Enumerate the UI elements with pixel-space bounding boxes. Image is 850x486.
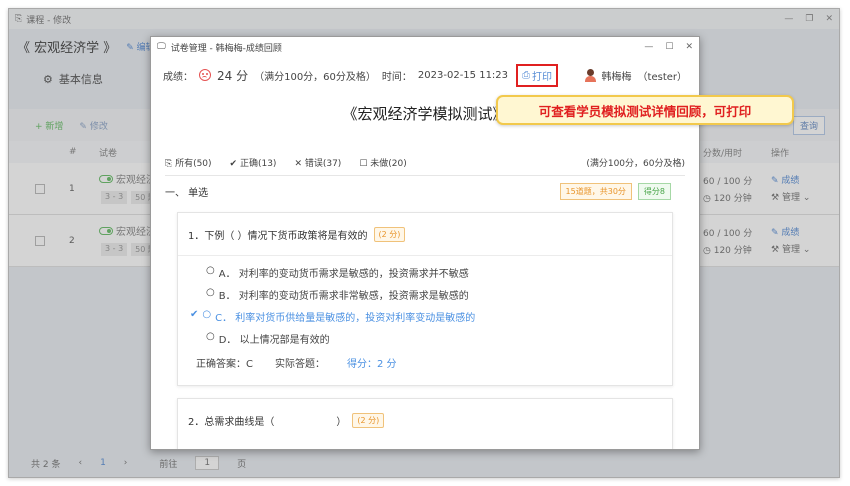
section-score-badge: 得分8 [637,182,671,200]
question-score: 得分：2 分 [346,359,397,370]
filter-all[interactable]: ⎘ 所有(50) [165,156,212,169]
filter-correct-label: 正确(13) [239,159,277,169]
option-c-text: C． 利率对货币供给量是敏感的，投资对利率变动是敏感的 [215,313,476,324]
correct-answer: 正确答案：C [196,359,253,370]
sad-face-icon [199,69,211,81]
filter-unanswered[interactable]: ☐ 未做(20) [359,156,406,169]
filter-unanswered-label: 未做(20) [370,159,407,169]
actual-answer: 实际答题： [274,359,325,370]
dialog-titlebar: 🖵 试卷管理 - 韩梅梅-成绩回顾 — ☐ ✕ [151,37,699,57]
score-note: （满分100分，60分及格） [254,71,376,83]
answer-filter: ⎘ 所有(50) ✔ 正确(13) ✕ 错误(37) ☐ 未做(20) (满分1… [165,150,685,176]
question-points: (2 分) [352,413,385,428]
score-value: 24 分 [217,68,249,83]
radio-icon: ○ [202,309,212,320]
option-d-text: D． 以上情况部是有效的 [218,335,330,346]
dialog-title: 试卷管理 - 韩梅梅-成绩回顾 [170,43,282,54]
question-title-a: 2．总需求曲线是（ [188,417,275,428]
score-info-bar: 成绩： 24 分 （满分100分，60分及格） 时间： 2023-02-15 1… [151,57,699,93]
option-a[interactable]: ○ A． 对利率的变动货币需求是敏感的，投资需求并不敏感 [206,265,469,280]
option-a-text: A． 对利率的变动货币需求是敏感的，投资需求并不敏感 [218,269,469,280]
user-info: 韩梅梅 （tester） [584,68,687,83]
option-c[interactable]: ✔ ○ C． 利率对货币供给量是敏感的，投资对利率变动是敏感的 [190,309,475,324]
time-label: 时间： [381,71,412,83]
annotation-callout: 可查看学员模拟测试详情回顾，可打印 [496,95,794,125]
question-card: 2．总需求曲线是（ ） (2 分) [177,398,673,449]
question-title: 1．下例（ ）情况下货币政策将是有效的 [188,231,368,242]
dialog-close-icon[interactable]: ✕ [685,42,693,52]
score-label: 成绩： [163,71,193,83]
option-b[interactable]: ○ B． 对利率的变动货币需求非常敏感，投资需求是敏感的 [206,287,469,302]
printer-icon: ⎙ [522,69,531,81]
radio-icon: ○ [206,331,215,342]
option-d[interactable]: ○ D． 以上情况部是有效的 [206,331,330,346]
dialog-maximize-icon[interactable]: ☐ [665,42,673,52]
user-id: （tester） [637,71,687,83]
section-count-badge: 15道题，共30分 [559,182,632,200]
filter-wrong-label: 错误(37) [304,159,342,169]
option-b-text: B． 对利率的变动货币需求非常敏感，投资需求是敏感的 [218,291,469,302]
section-title: 一、 单选 [165,187,209,199]
user-name: 韩梅梅 [601,71,632,83]
divider [178,255,672,256]
question-title-b: ） [336,417,347,428]
print-label: 打印 [532,71,553,83]
question-points: (2 分) [373,227,406,242]
checkmark-icon: ✔ [190,309,199,320]
monitor-icon: 🖵 [157,42,166,52]
question-card: 1．下例（ ）情况下货币政策将是有效的 (2 分) ○ A． 对利率的变动货币需求是… [177,212,673,386]
section-header: 一、 单选 15道题，共30分 得分8 [165,180,671,202]
dialog-minimize-icon[interactable]: — [644,42,653,52]
answer-summary: 正确答案：C 实际答题： 得分：2 分 [196,355,397,370]
filter-wrong[interactable]: ✕ 错误(37) [294,156,341,169]
filter-all-label: 所有(50) [175,159,212,169]
full-score-note: (满分100分，60分及格) [586,159,685,169]
print-button[interactable]: ⎙ 打印 [516,63,559,87]
radio-icon: ○ [206,287,215,298]
avatar [584,68,596,82]
radio-icon: ○ [206,265,215,276]
time-value: 2023-02-15 11:23 [417,69,509,81]
filter-correct[interactable]: ✔ 正确(13) [230,156,277,169]
